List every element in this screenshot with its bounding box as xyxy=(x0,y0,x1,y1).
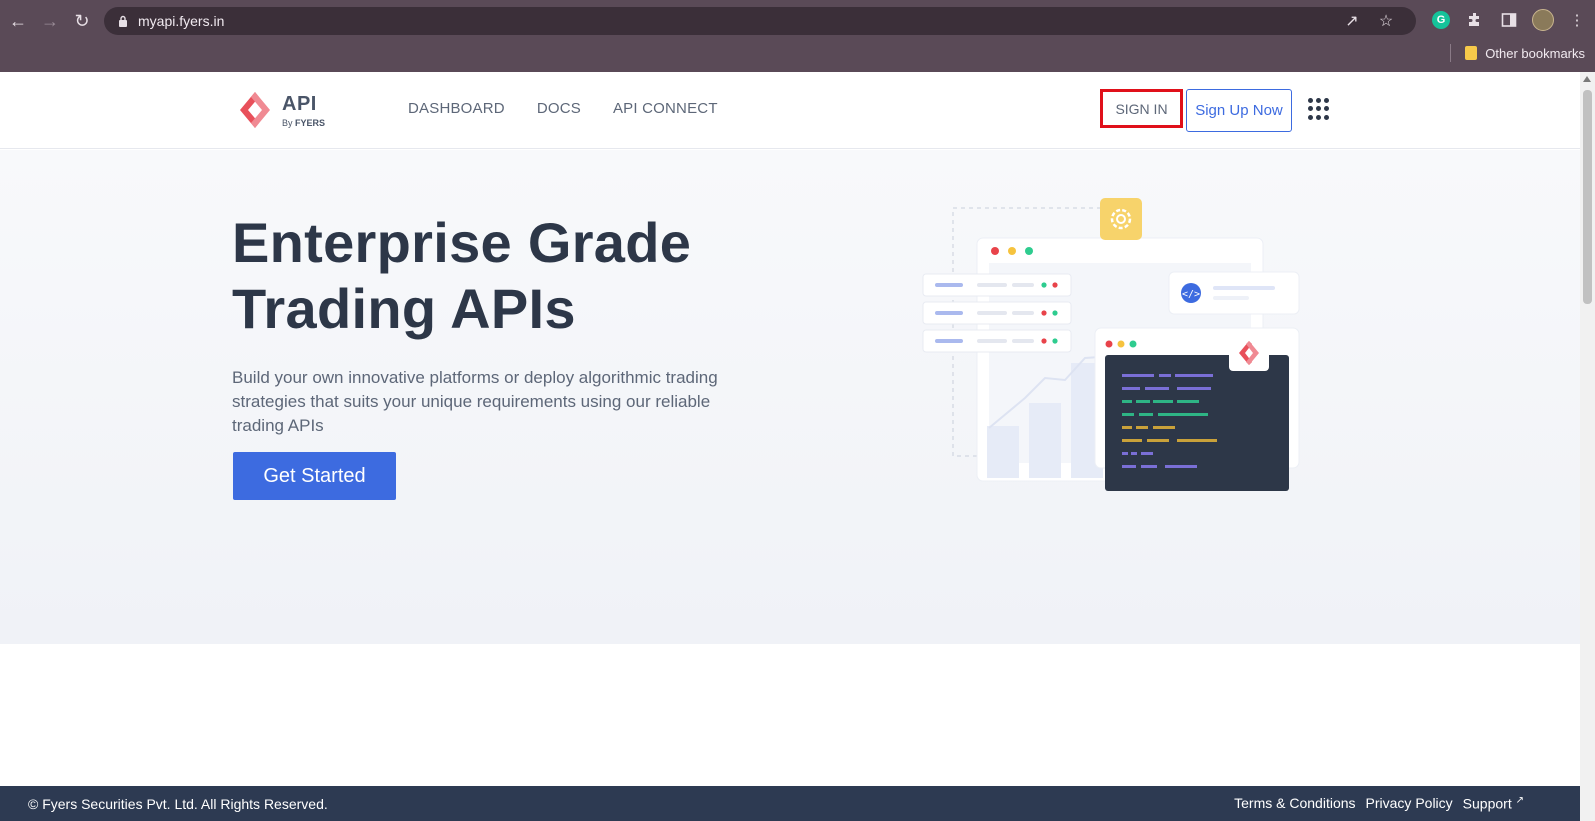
sign-in-button[interactable]: SIGN IN xyxy=(1100,89,1183,128)
fyers-badge-icon xyxy=(1229,335,1269,371)
logo-byline: By FYERS xyxy=(282,117,326,128)
extensions-puzzle-icon[interactable] xyxy=(1464,9,1486,31)
apps-grid-icon[interactable] xyxy=(1308,98,1330,120)
browser-chrome: ← → ↻ myapi.fyers.in ↗ ☆ G ⋮ Other bookm… xyxy=(0,0,1595,72)
external-link-icon: ↗ xyxy=(1515,795,1524,807)
forward-arrow-icon[interactable]: → xyxy=(34,5,66,37)
grammarly-extension-icon[interactable]: G xyxy=(1430,9,1452,31)
bookmarks-bar: Other bookmarks xyxy=(1450,44,1585,62)
fyers-logo-icon xyxy=(240,92,270,128)
nav-dashboard[interactable]: DASHBOARD xyxy=(408,100,505,117)
gear-icon xyxy=(1100,198,1142,240)
sign-up-button[interactable]: Sign Up Now xyxy=(1186,89,1292,132)
folder-icon xyxy=(1465,46,1478,60)
url-text[interactable]: myapi.fyers.in xyxy=(138,13,224,29)
lock-icon xyxy=(116,14,130,28)
scroll-up-icon[interactable] xyxy=(1583,76,1591,82)
bookmarks-divider xyxy=(1450,44,1452,62)
kebab-menu-icon[interactable]: ⋮ xyxy=(1566,9,1588,31)
main-nav: DASHBOARD DOCS API CONNECT xyxy=(408,100,718,117)
privacy-link[interactable]: Privacy Policy xyxy=(1366,795,1453,812)
side-panel-icon[interactable] xyxy=(1498,9,1520,31)
hero-title: Enterprise Grade Trading APIs xyxy=(232,211,692,340)
footer-links: Terms & Conditions Privacy Policy Suppor… xyxy=(1234,795,1524,812)
back-arrow-icon[interactable]: ← xyxy=(2,5,34,37)
get-started-button[interactable]: Get Started xyxy=(233,452,396,500)
logo-title: API xyxy=(282,92,317,115)
svg-text:</>: </> xyxy=(1182,289,1200,300)
profile-avatar[interactable] xyxy=(1532,9,1554,31)
nav-docs[interactable]: DOCS xyxy=(537,100,581,117)
page-viewport: API By FYERS DASHBOARD DOCS API CONNECT … xyxy=(0,72,1580,821)
hero-subtitle: Build your own innovative platforms or d… xyxy=(232,368,718,435)
address-bar[interactable]: myapi.fyers.in ↗ ☆ xyxy=(104,7,1416,35)
page-scrollbar[interactable] xyxy=(1580,72,1595,821)
terms-link[interactable]: Terms & Conditions xyxy=(1234,795,1355,812)
support-link[interactable]: Support ↗ xyxy=(1463,795,1524,812)
list-rows xyxy=(922,273,1072,353)
reload-icon[interactable]: ↻ xyxy=(66,5,98,37)
site-header: API By FYERS DASHBOARD DOCS API CONNECT … xyxy=(0,72,1580,149)
hero-section: Enterprise Grade Trading APIs Build your… xyxy=(0,150,1580,644)
hero-illustration: </> xyxy=(922,198,1300,491)
copyright-text: © Fyers Securities Pvt. Ltd. All Rights … xyxy=(28,795,328,812)
scroll-thumb[interactable] xyxy=(1583,90,1592,304)
site-footer: © Fyers Securities Pvt. Ltd. All Rights … xyxy=(0,786,1580,821)
site-logo[interactable]: API By FYERS xyxy=(236,90,325,130)
bookmark-star-icon[interactable]: ☆ xyxy=(1376,11,1396,31)
share-icon[interactable]: ↗ xyxy=(1342,11,1362,31)
other-bookmarks-link[interactable]: Other bookmarks xyxy=(1485,46,1585,61)
nav-api-connect[interactable]: API CONNECT xyxy=(613,100,718,117)
